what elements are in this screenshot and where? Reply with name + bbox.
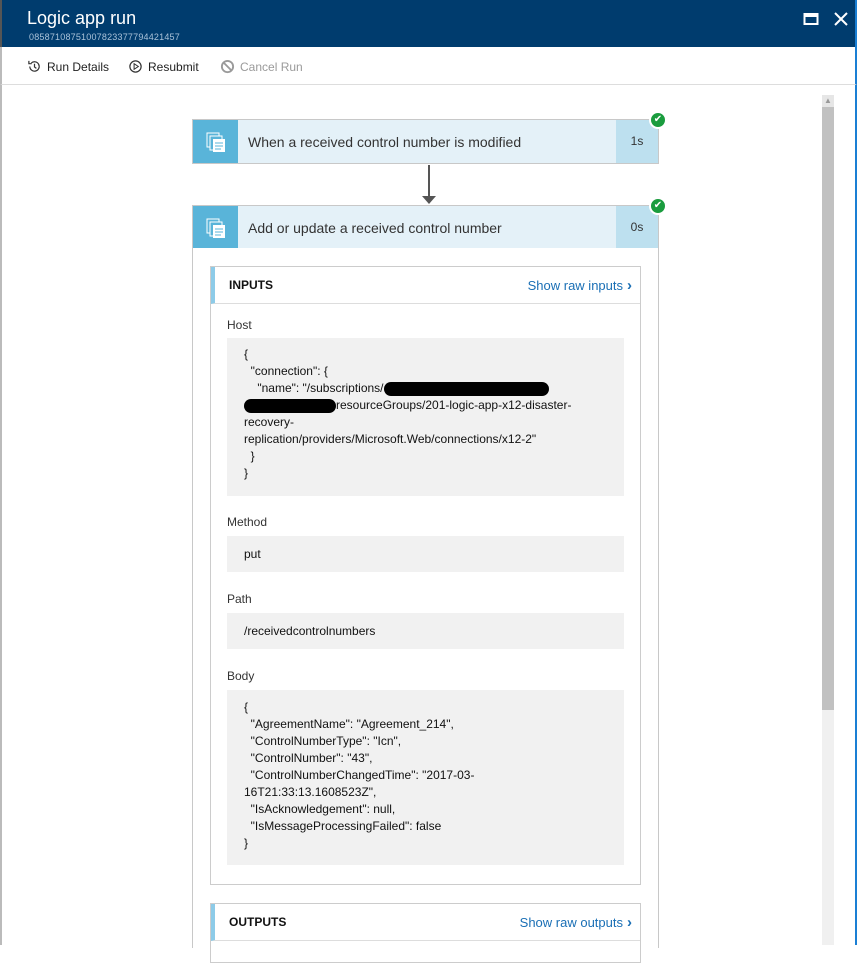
outputs-section: OUTPUTS Show raw outputs › (210, 903, 641, 963)
cancel-run-label: Cancel Run (240, 59, 303, 74)
scroll-up-icon[interactable]: ▲ (822, 95, 834, 107)
document-stack-icon (193, 206, 238, 249)
chevron-right-icon: › (627, 276, 632, 294)
step-details: INPUTS Show raw inputs › Host { "connecti… (192, 248, 659, 963)
step-trigger[interactable]: When a received control number is modifi… (192, 111, 667, 164)
step-action[interactable]: Add or update a received control number … (192, 197, 667, 250)
flow-connector (428, 165, 430, 199)
method-label: Method (227, 515, 268, 529)
document-stack-icon (193, 120, 238, 163)
step-label: When a received control number is modifi… (248, 133, 522, 150)
chevron-right-icon: › (627, 913, 632, 931)
host-label: Host (227, 318, 252, 332)
inputs-title: INPUTS (229, 278, 274, 292)
blade-header: Logic app run 08587108751007823377794421… (0, 0, 857, 47)
command-bar: Run Details Resubmit Cancel Run (0, 47, 857, 85)
body-label: Body (227, 669, 255, 683)
outputs-title: OUTPUTS (229, 915, 287, 929)
run-id: 08587108751007823377794421457 (29, 32, 180, 42)
cancel-icon (220, 59, 235, 74)
show-raw-inputs-link[interactable]: Show raw inputs › (528, 277, 632, 294)
host-value: { "connection": { "name": "/subscription… (227, 338, 624, 496)
run-details-label: Run Details (47, 59, 110, 74)
run-details-button[interactable]: Run Details (27, 59, 109, 74)
resubmit-button[interactable]: Resubmit (128, 59, 199, 74)
run-canvas: When a received control number is modifi… (0, 85, 857, 963)
history-icon (28, 60, 40, 72)
close-icon[interactable] (833, 11, 849, 27)
success-check-icon: ✔ (649, 111, 667, 129)
method-value: put (227, 536, 624, 572)
path-label: Path (227, 592, 252, 606)
resubmit-label: Resubmit (148, 59, 199, 74)
success-check-icon: ✔ (649, 197, 667, 215)
step-label: Add or update a received control number (248, 219, 502, 236)
show-raw-outputs-link[interactable]: Show raw outputs › (520, 914, 632, 931)
path-value: /receivedcontrolnumbers (227, 613, 624, 649)
redacted-block (244, 398, 336, 413)
cancel-run-button[interactable]: Cancel Run (220, 59, 303, 74)
redacted-block (383, 381, 549, 396)
scrollbar-thumb[interactable] (822, 107, 834, 710)
vertical-scrollbar[interactable]: ▲ (822, 95, 834, 945)
arrow-down-icon (422, 196, 436, 204)
body-value: { "AgreementName": "Agreement_214", "Con… (227, 690, 624, 865)
maximize-icon[interactable] (803, 11, 819, 27)
inputs-section: INPUTS Show raw inputs › Host { "connecti… (210, 266, 641, 885)
blade-title: Logic app run (27, 8, 137, 28)
resubmit-icon (129, 60, 142, 73)
